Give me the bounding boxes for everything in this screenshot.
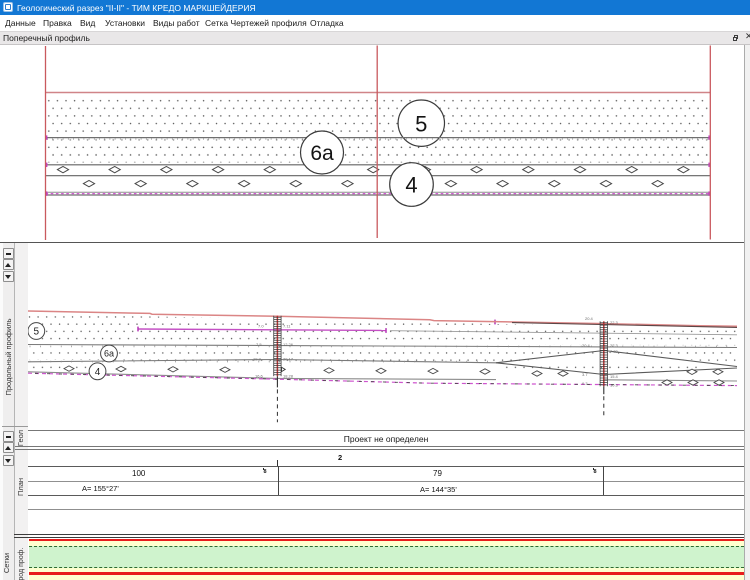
svg-text:5: 5 bbox=[34, 327, 40, 338]
svg-text:6a: 6a bbox=[104, 349, 114, 359]
svg-text:18.28: 18.28 bbox=[283, 374, 294, 379]
svg-text:15.4: 15.4 bbox=[610, 374, 619, 379]
svg-text:19.3: 19.3 bbox=[253, 357, 262, 362]
svg-text:5: 5 bbox=[415, 111, 427, 136]
svg-text:6a: 6a bbox=[310, 142, 334, 165]
svg-text:16.6: 16.6 bbox=[255, 374, 264, 379]
svg-text:3.7: 3.7 bbox=[582, 372, 588, 377]
svg-text:10.3: 10.3 bbox=[610, 383, 619, 388]
svg-text:22.3: 22.3 bbox=[610, 320, 619, 325]
svg-text:20.17: 20.17 bbox=[283, 357, 294, 362]
svg-text:7.5: 7.5 bbox=[256, 342, 262, 347]
svg-text:7.11: 7.11 bbox=[283, 324, 291, 329]
svg-text:4: 4 bbox=[95, 367, 101, 378]
svg-text:22.3: 22.3 bbox=[610, 343, 619, 348]
svg-text:20.4: 20.4 bbox=[585, 316, 594, 321]
svg-text:20.4: 20.4 bbox=[582, 343, 591, 348]
svg-text:7.22: 7.22 bbox=[610, 349, 619, 354]
svg-text:7.0: 7.0 bbox=[258, 324, 264, 329]
svg-text:12.26: 12.26 bbox=[283, 342, 294, 347]
svg-text:6.3: 6.3 bbox=[582, 381, 588, 386]
svg-text:4: 4 bbox=[405, 172, 417, 197]
